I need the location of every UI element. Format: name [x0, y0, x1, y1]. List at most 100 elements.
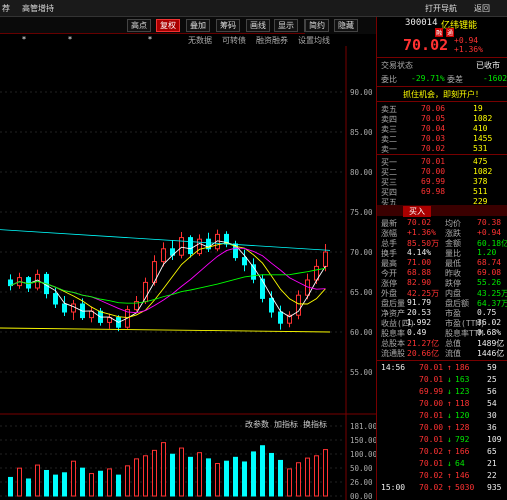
- volume-bar: [107, 468, 112, 497]
- open-account-ad[interactable]: 抓住机会，即刻开户！: [403, 89, 483, 100]
- bid-row[interactable]: 买四 69.98 511: [381, 187, 506, 197]
- candle-body: [188, 237, 193, 255]
- volume-bar: [17, 467, 22, 497]
- ma-trend-line: [0, 229, 331, 251]
- kline-chart[interactable]: 90.00 85.00 80.00 75.00 70.00 65.00 60.00 55.00…: [0, 46, 378, 500]
- volume-bar: [44, 469, 49, 497]
- buy-button[interactable]: 买入: [403, 206, 431, 217]
- price-change: +0.94: [454, 36, 479, 45]
- volume-bar: [251, 451, 256, 497]
- volume-bar: [89, 473, 94, 497]
- stat-row: 流通股 20.66亿 流值 1446亿: [381, 349, 505, 358]
- weibi-value: -29.71%: [411, 74, 445, 83]
- display-button[interactable]: 显示: [274, 19, 298, 32]
- edit-params-button[interactable]: 改参数: [245, 419, 269, 430]
- candle-body: [323, 251, 328, 267]
- candle-body: [71, 303, 76, 313]
- volume-bar: [215, 463, 220, 497]
- vol-tick-label: 100.00: [350, 450, 376, 459]
- y-tick-label: 75.00: [350, 208, 373, 217]
- weicha-value: -1602: [483, 74, 507, 83]
- y-tick-label: 60.00: [350, 328, 373, 337]
- menu-back[interactable]: 返回: [474, 3, 490, 14]
- y-tick-label: 80.00: [350, 168, 373, 177]
- volume-bar: [35, 464, 40, 497]
- draw-line-button[interactable]: 画线: [246, 19, 270, 32]
- tick-row: 70.02 ↑ 166 65: [419, 447, 497, 456]
- hide-button[interactable]: 隐藏: [334, 19, 358, 32]
- menu-item[interactable]: 荐: [2, 3, 10, 14]
- stat-row: 今开 68.88 昨收 69.08: [381, 268, 502, 278]
- bid-row[interactable]: 买一 70.01 475: [381, 157, 506, 167]
- trade-status: 已收市: [476, 61, 500, 70]
- kline-svg: 90.00 85.00 80.00 75.00 70.00 65.00 60.00 55.00…: [0, 46, 378, 500]
- top-menu-bar: 荐 高管增持 打开导航 返回: [0, 0, 507, 17]
- volume-bar: [53, 474, 58, 497]
- ma-line: [10, 240, 326, 323]
- tick-row: 70.01 ↓ 792 109: [419, 435, 502, 444]
- y-tick-label: 85.00: [350, 128, 373, 137]
- volume-bar: [242, 461, 247, 497]
- y-tick-label: 55.00: [350, 368, 373, 377]
- switch-indicator-button[interactable]: 换指标: [303, 419, 327, 430]
- stat-row: 最新 70.02 均价 70.38: [381, 218, 502, 228]
- ma-item-margin[interactable]: 融资融券: [256, 35, 288, 46]
- candle-body: [179, 237, 184, 256]
- vol-tick-label: 00.00: [350, 492, 373, 500]
- ma-item-convertible[interactable]: 可转债: [222, 35, 246, 46]
- chips-button[interactable]: 筹码: [216, 19, 240, 32]
- stat-row: 盘后量 91.79 盘后额 64.37万: [381, 298, 507, 308]
- simple-button[interactable]: 简约: [305, 19, 329, 32]
- tick-row: 14:56 70.01 ↑ 186 59: [381, 363, 497, 372]
- vol-tick-label: 150.00: [350, 436, 376, 445]
- last-price: 70.02: [403, 36, 449, 54]
- menu-open-nav[interactable]: 打开导航: [425, 3, 457, 14]
- ask-row[interactable]: 卖五 70.06 19: [381, 104, 506, 114]
- volume-bar: [305, 457, 310, 497]
- volume-bar: [314, 455, 319, 497]
- volume-bar: [161, 442, 166, 497]
- candle-body: [53, 293, 58, 305]
- ask-row[interactable]: 卖三 70.04 410: [381, 124, 506, 134]
- bid-row[interactable]: 买三 69.99 378: [381, 177, 506, 187]
- volume-bar: [260, 445, 265, 497]
- volume-bar: [170, 453, 175, 497]
- vol-tick-label: 26.00: [350, 478, 373, 487]
- ask-row[interactable]: 卖一 70.02 531: [381, 144, 506, 154]
- volume-bar: [134, 458, 139, 497]
- ask-row[interactable]: 卖二 70.03 1455: [381, 134, 506, 144]
- high-point-button[interactable]: 高点: [127, 19, 151, 32]
- indicator-row: * * * 无数据 可转债 融资融券 设置均线: [22, 35, 330, 46]
- y-tick-label: 70.00: [350, 248, 373, 257]
- stat-row: 收益(四) 1.992 市盈(TTM) 36.02: [381, 318, 502, 328]
- candle-body: [161, 248, 166, 263]
- stat-row: 总手 85.50万 金额 60.18亿: [381, 239, 507, 248]
- volume-bar: [269, 452, 274, 497]
- candle-body: [278, 311, 283, 324]
- volume-bar: [287, 468, 292, 497]
- overlay-button[interactable]: 叠加: [186, 19, 210, 32]
- ma-item-nodata[interactable]: 无数据: [188, 35, 212, 46]
- quote-panel: 300014 亿纬锂能 融 通 70.02 +0.94 +1.36% 交易状态已…: [376, 17, 507, 500]
- volume-bar: [197, 452, 202, 497]
- adjust-button[interactable]: 复权: [156, 19, 180, 32]
- vol-tick-label: 50.00: [350, 464, 373, 473]
- bid-row[interactable]: 买二 70.00 1082: [381, 167, 506, 177]
- stat-row: 最高 71.00 最低 68.74: [381, 258, 502, 268]
- tick-row: 70.01 ↓ 163 25: [419, 375, 497, 384]
- stock-header: 300014 亿纬锂能 融 通 70.02 +0.94 +1.36%: [377, 17, 507, 57]
- tick-row: 70.00 ↑ 118 54: [419, 399, 497, 408]
- volume-bar: [224, 460, 229, 497]
- candle-body: [197, 238, 202, 255]
- menu-item-executive[interactable]: 高管增持: [22, 3, 54, 14]
- volume-bar: [71, 460, 76, 497]
- tick-row: 70.01 ↓ 120 30: [419, 411, 497, 420]
- candle-body: [242, 257, 247, 266]
- add-indicator-button[interactable]: 加指标: [274, 419, 298, 430]
- stat-row: 涨幅 +1.36% 涨跌 +0.94: [381, 228, 502, 238]
- volume-bar: [143, 455, 148, 497]
- set-ma-button[interactable]: 设置均线: [298, 35, 330, 46]
- tick-row: 70.01 ↓ 64 21: [419, 459, 497, 468]
- ask-row[interactable]: 卖四 70.05 1082: [381, 114, 506, 124]
- stat-row: 净资产 20.53 市盈 0.75: [381, 308, 497, 318]
